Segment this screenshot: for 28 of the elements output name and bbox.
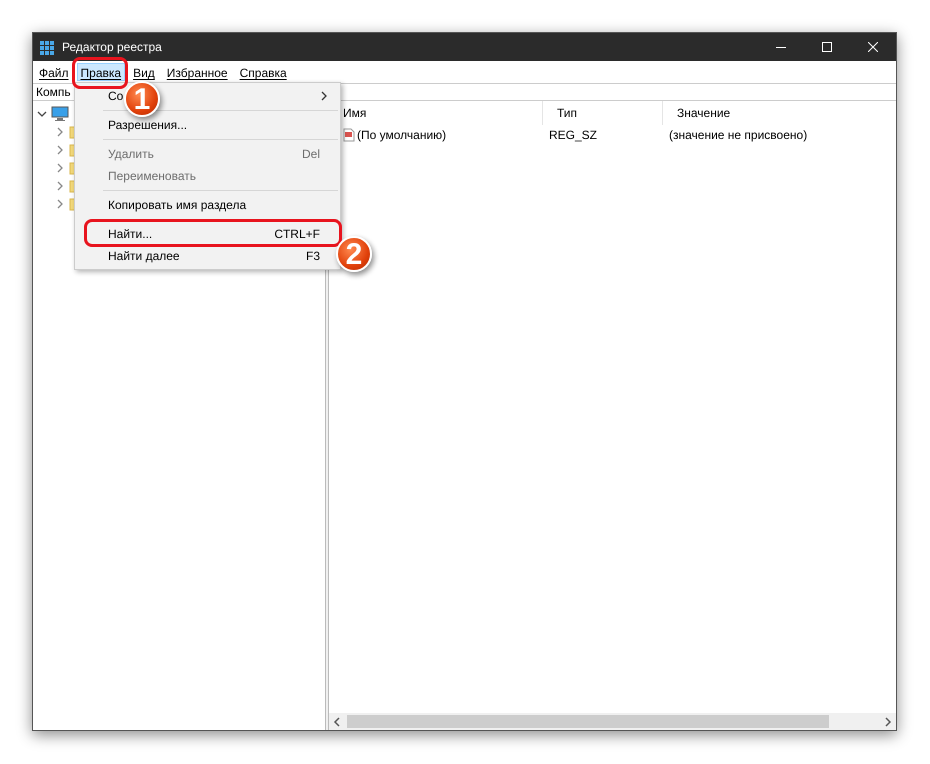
shortcut-label: F3 <box>306 248 320 265</box>
menu-item[interactable]: Правка <box>76 63 126 81</box>
menu-item[interactable]: Справка <box>236 63 291 81</box>
maximize-icon <box>822 42 832 52</box>
column-header[interactable]: Значение <box>663 101 896 125</box>
menu-item[interactable]: Файл <box>35 63 73 81</box>
highlight-frame <box>72 57 128 89</box>
menu-entry[interactable]: Копировать имя раздела <box>108 196 246 214</box>
table-cell-text: REG_SZ <box>548 127 598 144</box>
shortcut-label: CTRL+F <box>274 226 320 243</box>
minimize-icon <box>776 46 786 48</box>
menu-entry[interactable]: Разрешения... <box>108 116 188 134</box>
menu-item[interactable]: Вид <box>129 63 159 81</box>
chevron-down-icon[interactable] <box>37 109 47 119</box>
window-title: Редактор реестра <box>62 39 162 56</box>
menu-entry[interactable]: Найти... <box>108 225 152 243</box>
table-cell-text: (значение не присвоено) <box>668 127 808 144</box>
horizontal-scrollbar[interactable] <box>329 713 896 730</box>
menu-entry[interactable]: Найти далее <box>108 247 180 265</box>
registry-icon <box>39 39 55 55</box>
table-cell-text: (По умолчанию) <box>357 127 446 144</box>
menu-item[interactable]: Избранное <box>162 63 232 81</box>
shortcut-label: Del <box>302 146 320 163</box>
scrollbar-thumb[interactable] <box>347 715 829 728</box>
column-header[interactable]: Тип <box>543 101 663 125</box>
string-value-icon <box>343 128 355 142</box>
computer-icon <box>51 106 69 122</box>
close-icon <box>868 42 878 52</box>
